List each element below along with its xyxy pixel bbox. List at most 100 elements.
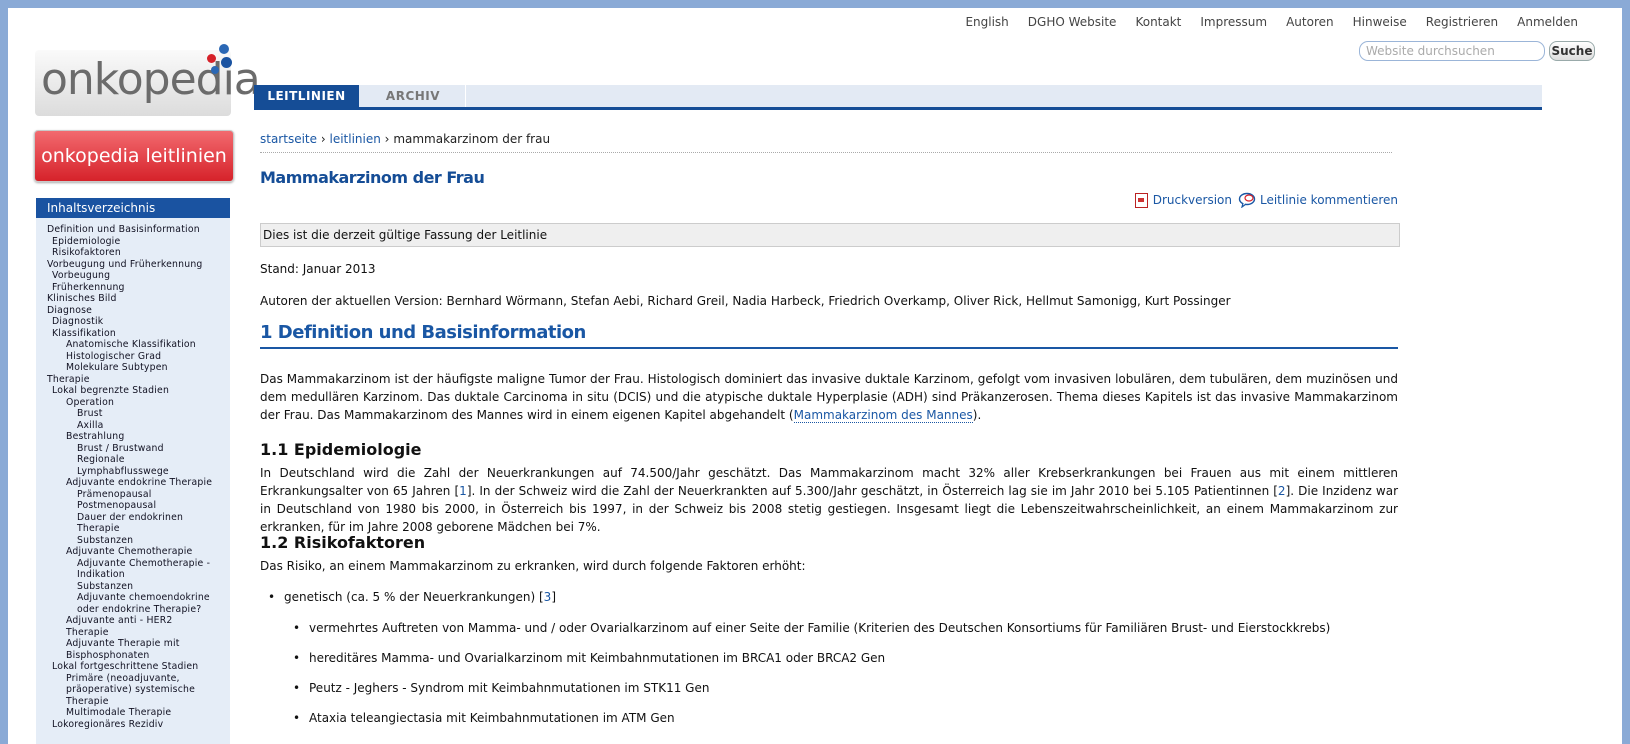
onkopedia-logo[interactable]: onkopedia	[35, 44, 261, 116]
list-item: hereditäres Mamma- und Ovarialkarzinom m…	[293, 649, 1330, 667]
toc-item[interactable]: Substanzen	[36, 581, 230, 593]
toc-item[interactable]: Brust	[36, 408, 230, 420]
toc-item[interactable]: Vorbeugung und Früherkennung	[36, 259, 230, 271]
toc-item[interactable]: Adjuvante Chemotherapie -	[36, 558, 230, 570]
epidemiologie-paragraph: In Deutschland wird die Zahl der Neuerkr…	[260, 464, 1398, 536]
comment-guideline-link[interactable]: Leitlinie kommentieren	[1260, 193, 1398, 207]
toc-item[interactable]: Anatomische Klassifikation	[36, 339, 230, 351]
toc-item[interactable]: Bisphosphonaten	[36, 650, 230, 662]
section-1-paragraph: Das Mammakarzinom ist der häufigste mali…	[260, 370, 1398, 424]
logo-dot-blue-2	[221, 57, 232, 68]
toc-item[interactable]: Adjuvante Chemotherapie	[36, 546, 230, 558]
list-item: genetisch (ca. 5 % der Neuerkrankungen) …	[268, 588, 556, 606]
toc-item[interactable]: Operation	[36, 397, 230, 409]
page-actions: Druckversion Leitlinie kommentieren	[1134, 192, 1398, 209]
current-version-notice: Dies ist die derzeit gültige Fassung der…	[260, 223, 1400, 247]
toc-item[interactable]: Axilla	[36, 420, 230, 432]
toc-item[interactable]: Vorbeugung	[36, 270, 230, 282]
toc-item[interactable]: Postmenopausal	[36, 500, 230, 512]
search-input[interactable]	[1359, 41, 1545, 61]
toc-item[interactable]: Adjuvante endokrine Therapie	[36, 477, 230, 489]
toc-item[interactable]: Histologischer Grad	[36, 351, 230, 363]
toc-item[interactable]: Lokoregionäres Rezidiv	[36, 719, 230, 731]
logo-dot-blue-3	[211, 66, 219, 74]
toc-item[interactable]: Früherkennung	[36, 282, 230, 294]
topnav-registrieren[interactable]: Registrieren	[1426, 12, 1498, 32]
breadcrumb-current: mammakarzinom der frau	[393, 132, 551, 146]
list-item-text: genetisch (ca. 5 % der Neuerkrankungen) …	[284, 590, 544, 604]
toc-item[interactable]: präoperative) systemische	[36, 684, 230, 696]
toc-item[interactable]: Primäre (neoadjuvante,	[36, 673, 230, 685]
list-item-text-end: ]	[551, 590, 556, 604]
tab-bar: LEITLINIEN ARCHIV	[254, 85, 1542, 110]
toc-item[interactable]: Klassifikation	[36, 328, 230, 340]
toc-item[interactable]: Lokal begrenzte Stadien	[36, 385, 230, 397]
toc-item[interactable]: Therapie	[36, 696, 230, 708]
toc-item[interactable]: Definition und Basisinformation	[36, 224, 230, 236]
breadcrumb-home[interactable]: startseite	[260, 132, 317, 146]
topnav-autoren[interactable]: Autoren	[1286, 12, 1334, 32]
list-item: Ataxia teleangiectasia mit Keimbahnmutat…	[293, 709, 1330, 727]
toc-item[interactable]: Lokal fortgeschrittene Stadien	[36, 661, 230, 673]
topnav-anmelden[interactable]: Anmelden	[1517, 12, 1578, 32]
reference-link-2[interactable]: 2	[1278, 484, 1286, 498]
toc-item[interactable]: Adjuvante Therapie mit	[36, 638, 230, 650]
breadcrumb-separator: ›	[384, 132, 390, 146]
toc-item[interactable]: Risikofaktoren	[36, 247, 230, 259]
page-title: Mammakarzinom der Frau	[260, 168, 485, 187]
toc-item[interactable]: Therapie	[36, 374, 230, 386]
risikofaktoren-intro: Das Risiko, an einem Mammakarzinom zu er…	[260, 559, 806, 573]
toc-title: Inhaltsverzeichnis	[36, 198, 230, 218]
print-version-link[interactable]: Druckversion	[1153, 193, 1232, 207]
toc-item[interactable]: Klinisches Bild	[36, 293, 230, 305]
toc-item[interactable]: Adjuvante anti - HER2	[36, 615, 230, 627]
authors-line: Autoren der aktuellen Version: Bernhard …	[260, 294, 1231, 308]
toc-item[interactable]: Indikation	[36, 569, 230, 581]
comment-icon	[1238, 192, 1256, 209]
page: English DGHO Website Kontakt Impressum A…	[8, 8, 1622, 744]
topnav-english[interactable]: English	[965, 12, 1008, 32]
toc-item[interactable]: Molekulare Subtypen	[36, 362, 230, 374]
toc-item[interactable]: Lymphabflusswege	[36, 466, 230, 478]
reference-link-1[interactable]: 1	[459, 484, 467, 498]
logo-dot-red	[207, 54, 216, 63]
top-navigation: English DGHO Website Kontakt Impressum A…	[946, 12, 1578, 32]
breadcrumb: startseite › leitlinien › mammakarzinom …	[260, 132, 1392, 153]
section-heading-1-1: 1.1 Epidemiologie	[260, 440, 422, 459]
toc-item[interactable]: Regionale	[36, 454, 230, 466]
toc-item[interactable]: Therapie	[36, 627, 230, 639]
list-item: Peutz - Jeghers - Syndrom mit Keimbahnmu…	[293, 679, 1330, 697]
toc-item[interactable]: Epidemiologie	[36, 236, 230, 248]
topnav-dgho-website[interactable]: DGHO Website	[1028, 12, 1117, 32]
toc-item[interactable]: Therapie	[36, 523, 230, 535]
genetic-risk-sublist: vermehrtes Auftreten von Mamma- und / od…	[293, 619, 1330, 739]
section-heading-1: 1 Definition und Basisinformation	[260, 322, 1398, 349]
tab-leitlinien[interactable]: LEITLINIEN	[254, 85, 359, 107]
toc-item[interactable]: Bestrahlung	[36, 431, 230, 443]
toc-item[interactable]: Substanzen	[36, 535, 230, 547]
topnav-hinweise[interactable]: Hinweise	[1353, 12, 1407, 32]
leitlinien-banner[interactable]: onkopedia leitlinien	[34, 130, 234, 182]
toc-list: Definition und Basisinformation Epidemiol…	[36, 218, 230, 730]
pdf-icon	[1134, 192, 1148, 208]
mammakarzinom-des-mannes-link[interactable]: Mammakarzinom des Mannes	[793, 408, 973, 423]
toc-item[interactable]: Diagnose	[36, 305, 230, 317]
breadcrumb-section[interactable]: leitlinien	[329, 132, 380, 146]
toc-item[interactable]: Adjuvante chemoendokrine	[36, 592, 230, 604]
toc-item[interactable]: Diagnostik	[36, 316, 230, 328]
topnav-impressum[interactable]: Impressum	[1200, 12, 1267, 32]
risk-factor-list: genetisch (ca. 5 % der Neuerkrankungen) …	[268, 588, 556, 606]
topnav-kontakt[interactable]: Kontakt	[1135, 12, 1181, 32]
list-item: vermehrtes Auftreten von Mamma- und / od…	[293, 619, 1330, 637]
stand-date: Stand: Januar 2013	[260, 262, 376, 276]
section-heading-1-2: 1.2 Risikofaktoren	[260, 533, 426, 552]
tab-archiv[interactable]: ARCHIV	[361, 85, 466, 107]
table-of-contents: Inhaltsverzeichnis Definition und Basisi…	[36, 198, 230, 744]
toc-item[interactable]: Brust / Brustwand	[36, 443, 230, 455]
toc-item[interactable]: oder endokrine Therapie?	[36, 604, 230, 616]
toc-item[interactable]: Dauer der endokrinen	[36, 512, 230, 524]
toc-item[interactable]: Multimodale Therapie	[36, 707, 230, 719]
search-button[interactable]: Suche	[1549, 41, 1595, 61]
toc-item[interactable]: Prämenopausal	[36, 489, 230, 501]
logo-dot-blue-1	[219, 44, 229, 54]
